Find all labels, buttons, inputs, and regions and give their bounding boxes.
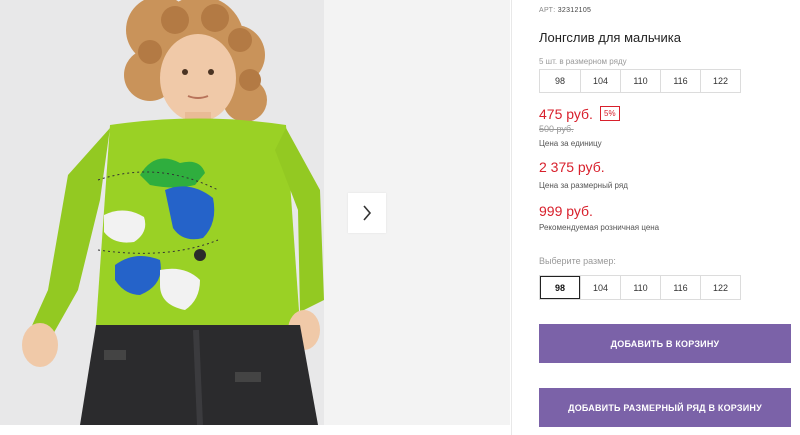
sku-label: АРТ:: [539, 7, 556, 14]
size-option-104[interactable]: 104: [580, 276, 620, 299]
pack-price: 2 375 руб.: [539, 159, 605, 175]
size-option-122[interactable]: 122: [700, 276, 740, 299]
pack-caption: 5 шт. в размерном ряду: [539, 57, 627, 66]
size-option-110[interactable]: 110: [620, 276, 660, 299]
size-picker-caption: Выберите размер:: [539, 256, 616, 266]
chevron-right-icon: [363, 205, 372, 221]
pack-size: 104: [580, 70, 620, 92]
product-info-panel: АРТ: 32312105 Лонгслив для мальчика 5 шт…: [539, 0, 794, 435]
pack-size: 116: [660, 70, 700, 92]
retail-price: 999 руб.: [539, 203, 593, 219]
product-photo-illustration: [0, 0, 324, 425]
product-photo[interactable]: [0, 0, 324, 425]
pack-sizes: 98 104 110 116 122: [539, 69, 741, 93]
size-option-98[interactable]: 98: [540, 276, 580, 299]
unit-price-caption: Цена за единицу: [539, 139, 602, 148]
product-gallery: [0, 0, 510, 435]
sku-value: 32312105: [557, 7, 592, 14]
vertical-divider: [511, 0, 512, 435]
pack-size: 98: [554, 76, 565, 86]
pack-price-caption: Цена за размерный ряд: [539, 181, 628, 190]
size-option-116[interactable]: 116: [660, 276, 700, 299]
retail-price-caption: Рекомендуемая розничная цена: [539, 223, 660, 232]
discount-badge: 5%: [600, 106, 620, 121]
product-sku: АРТ: 32312105: [539, 7, 591, 14]
size-picker: 98 104 110 116 122: [539, 275, 741, 300]
gallery-next-button[interactable]: [348, 193, 386, 233]
pack-size: 122: [700, 70, 740, 92]
old-price: 500 руб.: [539, 124, 574, 134]
add-to-cart-button[interactable]: ДОБАВИТЬ В КОРЗИНУ: [539, 324, 791, 363]
product-title: Лонгслив для мальчика: [539, 30, 681, 45]
add-pack-to-cart-button[interactable]: ДОБАВИТЬ РАЗМЕРНЫЙ РЯД В КОРЗИНУ: [539, 388, 791, 427]
pack-size: 110: [620, 70, 660, 92]
unit-price: 475 руб.: [539, 106, 593, 122]
